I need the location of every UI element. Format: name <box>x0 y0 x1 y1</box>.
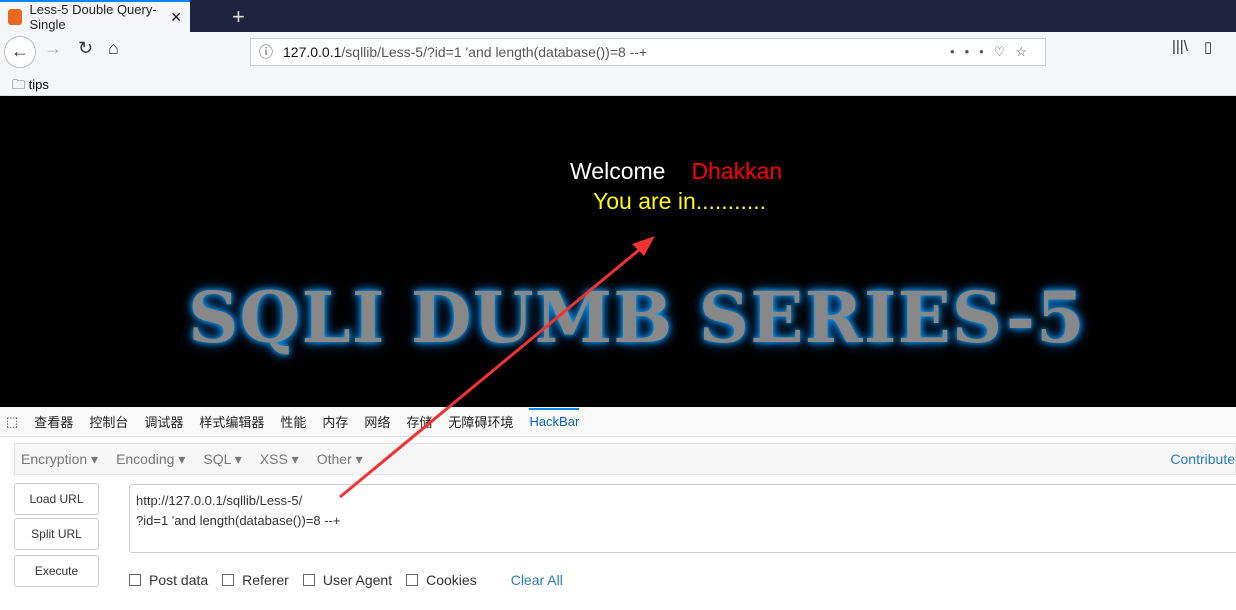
annotation-arrow-icon <box>339 236 655 499</box>
